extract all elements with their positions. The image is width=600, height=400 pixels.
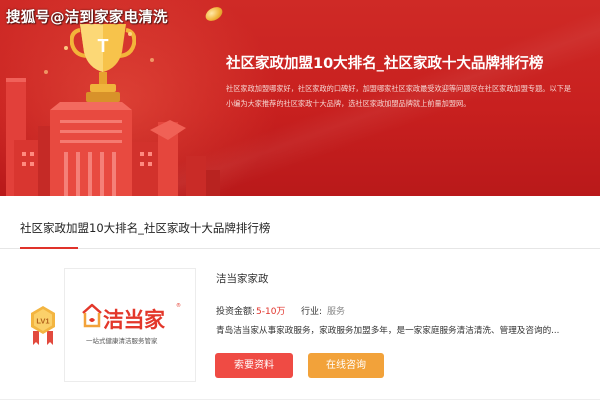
registered-mark: ® — [176, 303, 181, 309]
logo-tagline: 一站式健康清洁服务管家 — [86, 337, 158, 345]
trophy-letter: T — [98, 36, 109, 56]
brand-name-link[interactable]: 洁当家家政 — [216, 271, 269, 286]
brand-description: 青岛洁当家从事家政服务，家政服务加盟多年，是一家家庭服务清洁清洗、管理及咨询的.… — [216, 326, 560, 336]
industry-value: 服务 — [327, 307, 346, 317]
hero-banner: T 搜狐号@洁到家家电清洗 社区家政加盟10大排名_社区家政十大品牌排行榜 社区… — [0, 0, 600, 196]
watermark-text: 搜狐号@洁到家家电清洗 — [6, 10, 168, 26]
banner-title: 社区家政加盟10大排名_社区家政十大品牌排行榜 — [226, 56, 544, 72]
logo-wordmark: 洁当家 — [103, 308, 165, 332]
invest-amount-value: 5-10万 — [256, 307, 286, 317]
section-title-underline — [20, 247, 78, 249]
sparkle-dot — [64, 46, 68, 50]
brand-logo[interactable]: 洁当家 ® 一站式健康清洁服务管家 — [64, 268, 196, 382]
section-title: 社区家政加盟10大排名_社区家政十大品牌排行榜 — [20, 221, 271, 235]
online-consult-button[interactable]: 在线咨询 — [308, 353, 384, 378]
house-logo-icon — [82, 303, 102, 328]
sparkle-dot — [128, 32, 132, 36]
sparkle-dot — [44, 70, 48, 74]
trophy-icon: T — [70, 24, 136, 102]
industry-label: 行业: — [301, 307, 323, 317]
invest-amount-label: 投资金额: — [216, 307, 256, 317]
badge-level-text: LV1 — [36, 317, 49, 326]
level-badge-icon: LV1 — [31, 306, 55, 345]
banner-description: 社区家政加盟哪家好，社区家政的口碑好，加盟哪家社区家政最受欢迎等问题尽在社区家政… — [226, 84, 572, 108]
sparkle-dot — [150, 58, 154, 62]
section-divider — [0, 248, 600, 249]
request-info-button[interactable]: 索要资料 — [215, 353, 293, 378]
